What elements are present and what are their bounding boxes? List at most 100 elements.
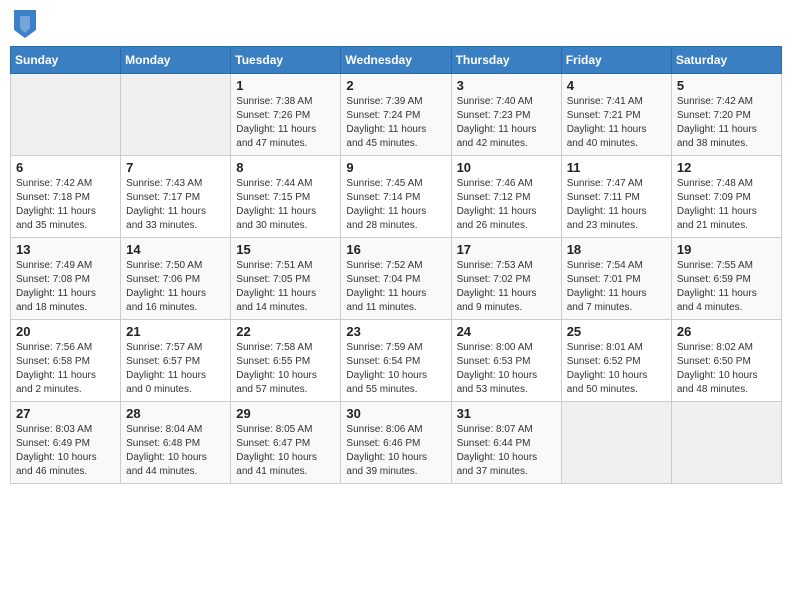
day-info: Sunrise: 7:48 AMSunset: 7:09 PMDaylight:… <box>677 177 776 233</box>
calendar-cell <box>671 402 781 484</box>
day-info: Sunrise: 7:58 AMSunset: 6:55 PMDaylight:… <box>236 341 335 397</box>
day-info: Sunrise: 7:59 AMSunset: 6:54 PMDaylight:… <box>346 341 445 397</box>
calendar-cell: 9 Sunrise: 7:45 AMSunset: 7:14 PMDaylight… <box>341 156 451 238</box>
day-info: Sunrise: 7:45 AMSunset: 7:14 PMDaylight:… <box>346 177 445 233</box>
calendar-cell: 15 Sunrise: 7:51 AMSunset: 7:05 PMDayligh… <box>231 238 341 320</box>
header-day: Monday <box>121 47 231 74</box>
day-info: Sunrise: 7:57 AMSunset: 6:57 PMDaylight:… <box>126 341 225 397</box>
calendar-cell: 1 Sunrise: 7:38 AMSunset: 7:26 PMDaylight… <box>231 74 341 156</box>
page-header <box>10 10 782 38</box>
calendar-cell: 25 Sunrise: 8:01 AMSunset: 6:52 PMDayligh… <box>561 320 671 402</box>
calendar-cell: 28 Sunrise: 8:04 AMSunset: 6:48 PMDayligh… <box>121 402 231 484</box>
calendar-cell: 31 Sunrise: 8:07 AMSunset: 6:44 PMDayligh… <box>451 402 561 484</box>
logo <box>14 10 40 38</box>
day-number: 24 <box>457 324 556 339</box>
calendar-cell: 24 Sunrise: 8:00 AMSunset: 6:53 PMDayligh… <box>451 320 561 402</box>
calendar-cell: 14 Sunrise: 7:50 AMSunset: 7:06 PMDayligh… <box>121 238 231 320</box>
header-day: Friday <box>561 47 671 74</box>
header-day: Saturday <box>671 47 781 74</box>
calendar-cell: 4 Sunrise: 7:41 AMSunset: 7:21 PMDaylight… <box>561 74 671 156</box>
calendar-cell <box>561 402 671 484</box>
day-info: Sunrise: 7:49 AMSunset: 7:08 PMDaylight:… <box>16 259 115 315</box>
calendar-cell: 10Sunrise: 7:46 AMSunset: 7:12 PMDayligh… <box>451 156 561 238</box>
day-number: 4 <box>567 78 666 93</box>
day-number: 30 <box>346 406 445 421</box>
calendar-cell: 5 Sunrise: 7:42 AMSunset: 7:20 PMDaylight… <box>671 74 781 156</box>
day-number: 23 <box>346 324 445 339</box>
day-number: 2 <box>346 78 445 93</box>
day-info: Sunrise: 8:00 AMSunset: 6:53 PMDaylight:… <box>457 341 556 397</box>
day-number: 17 <box>457 242 556 257</box>
calendar-cell: 21 Sunrise: 7:57 AMSunset: 6:57 PMDayligh… <box>121 320 231 402</box>
day-info: Sunrise: 8:07 AMSunset: 6:44 PMDaylight:… <box>457 423 556 479</box>
day-number: 19 <box>677 242 776 257</box>
day-info: Sunrise: 7:43 AMSunset: 7:17 PMDaylight:… <box>126 177 225 233</box>
calendar-week-row: 20 Sunrise: 7:56 AMSunset: 6:58 PMDayligh… <box>11 320 782 402</box>
day-info: Sunrise: 8:01 AMSunset: 6:52 PMDaylight:… <box>567 341 666 397</box>
day-number: 12 <box>677 160 776 175</box>
day-info: Sunrise: 7:42 AMSunset: 7:20 PMDaylight:… <box>677 95 776 151</box>
day-info: Sunrise: 8:02 AMSunset: 6:50 PMDaylight:… <box>677 341 776 397</box>
day-number: 21 <box>126 324 225 339</box>
day-number: 5 <box>677 78 776 93</box>
day-info: Sunrise: 7:55 AMSunset: 6:59 PMDaylight:… <box>677 259 776 315</box>
day-info: Sunrise: 7:41 AMSunset: 7:21 PMDaylight:… <box>567 95 666 151</box>
day-number: 15 <box>236 242 335 257</box>
day-number: 31 <box>457 406 556 421</box>
day-info: Sunrise: 7:56 AMSunset: 6:58 PMDaylight:… <box>16 341 115 397</box>
day-number: 14 <box>126 242 225 257</box>
day-number: 8 <box>236 160 335 175</box>
day-number: 29 <box>236 406 335 421</box>
day-info: Sunrise: 7:54 AMSunset: 7:01 PMDaylight:… <box>567 259 666 315</box>
day-info: Sunrise: 7:38 AMSunset: 7:26 PMDaylight:… <box>236 95 335 151</box>
day-number: 28 <box>126 406 225 421</box>
header-day: Sunday <box>11 47 121 74</box>
calendar-cell: 18 Sunrise: 7:54 AMSunset: 7:01 PMDayligh… <box>561 238 671 320</box>
day-info: Sunrise: 8:06 AMSunset: 6:46 PMDaylight:… <box>346 423 445 479</box>
calendar-cell <box>121 74 231 156</box>
calendar-cell: 20 Sunrise: 7:56 AMSunset: 6:58 PMDayligh… <box>11 320 121 402</box>
day-number: 16 <box>346 242 445 257</box>
day-number: 10 <box>457 160 556 175</box>
calendar-cell: 6Sunrise: 7:42 AMSunset: 7:18 PMDaylight… <box>11 156 121 238</box>
calendar-week-row: 6Sunrise: 7:42 AMSunset: 7:18 PMDaylight… <box>11 156 782 238</box>
day-number: 3 <box>457 78 556 93</box>
day-number: 9 <box>346 160 445 175</box>
calendar-cell: 12 Sunrise: 7:48 AMSunset: 7:09 PMDayligh… <box>671 156 781 238</box>
day-number: 20 <box>16 324 115 339</box>
day-number: 13 <box>16 242 115 257</box>
day-info: Sunrise: 8:04 AMSunset: 6:48 PMDaylight:… <box>126 423 225 479</box>
day-info: Sunrise: 7:51 AMSunset: 7:05 PMDaylight:… <box>236 259 335 315</box>
calendar-week-row: 13 Sunrise: 7:49 AMSunset: 7:08 PMDayligh… <box>11 238 782 320</box>
header-day: Tuesday <box>231 47 341 74</box>
calendar-cell: 30 Sunrise: 8:06 AMSunset: 6:46 PMDayligh… <box>341 402 451 484</box>
day-number: 27 <box>16 406 115 421</box>
calendar-cell: 27Sunrise: 8:03 AMSunset: 6:49 PMDayligh… <box>11 402 121 484</box>
calendar-week-row: 1 Sunrise: 7:38 AMSunset: 7:26 PMDaylight… <box>11 74 782 156</box>
day-number: 7 <box>126 160 225 175</box>
calendar-cell: 19 Sunrise: 7:55 AMSunset: 6:59 PMDayligh… <box>671 238 781 320</box>
day-info: Sunrise: 7:47 AMSunset: 7:11 PMDaylight:… <box>567 177 666 233</box>
day-info: Sunrise: 7:40 AMSunset: 7:23 PMDaylight:… <box>457 95 556 151</box>
calendar-cell: 16 Sunrise: 7:52 AMSunset: 7:04 PMDayligh… <box>341 238 451 320</box>
day-info: Sunrise: 8:05 AMSunset: 6:47 PMDaylight:… <box>236 423 335 479</box>
day-number: 1 <box>236 78 335 93</box>
day-number: 22 <box>236 324 335 339</box>
day-info: Sunrise: 7:42 AMSunset: 7:18 PMDaylight:… <box>16 177 115 233</box>
day-number: 25 <box>567 324 666 339</box>
day-number: 18 <box>567 242 666 257</box>
calendar-cell: 11Sunrise: 7:47 AMSunset: 7:11 PMDayligh… <box>561 156 671 238</box>
calendar-cell <box>11 74 121 156</box>
calendar-cell: 2 Sunrise: 7:39 AMSunset: 7:24 PMDaylight… <box>341 74 451 156</box>
day-info: Sunrise: 7:39 AMSunset: 7:24 PMDaylight:… <box>346 95 445 151</box>
calendar-cell: 13 Sunrise: 7:49 AMSunset: 7:08 PMDayligh… <box>11 238 121 320</box>
day-info: Sunrise: 7:53 AMSunset: 7:02 PMDaylight:… <box>457 259 556 315</box>
day-info: Sunrise: 7:52 AMSunset: 7:04 PMDaylight:… <box>346 259 445 315</box>
calendar-table: SundayMondayTuesdayWednesdayThursdayFrid… <box>10 46 782 484</box>
calendar-cell: 22 Sunrise: 7:58 AMSunset: 6:55 PMDayligh… <box>231 320 341 402</box>
day-number: 26 <box>677 324 776 339</box>
logo-icon <box>14 10 36 38</box>
header-row: SundayMondayTuesdayWednesdayThursdayFrid… <box>11 47 782 74</box>
day-info: Sunrise: 7:50 AMSunset: 7:06 PMDaylight:… <box>126 259 225 315</box>
calendar-week-row: 27Sunrise: 8:03 AMSunset: 6:49 PMDayligh… <box>11 402 782 484</box>
